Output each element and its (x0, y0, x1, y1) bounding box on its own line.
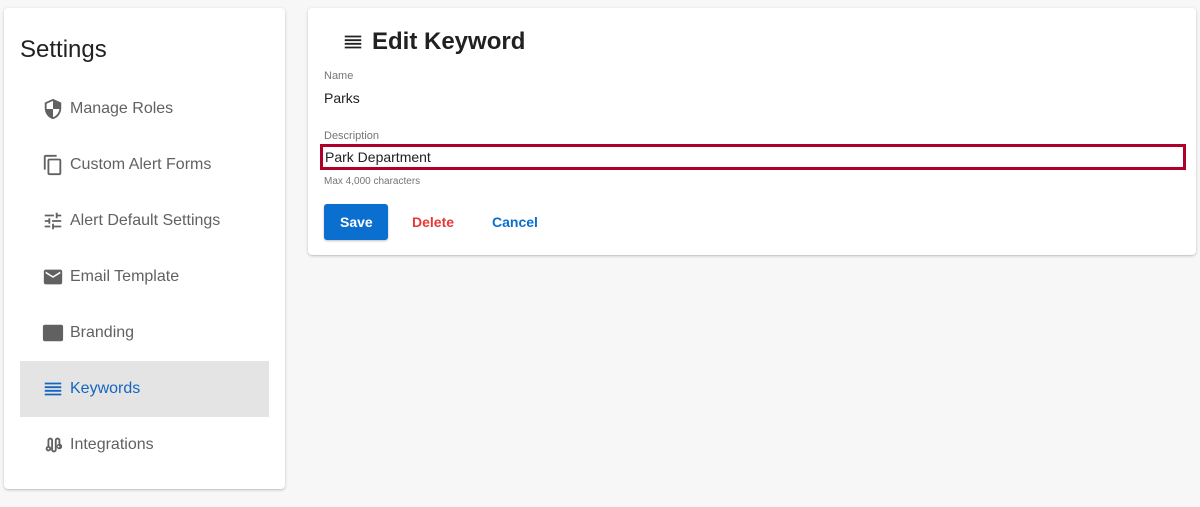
edit-keyword-card: Edit Keyword Name Parks Description Max … (308, 8, 1196, 255)
description-label: Description (324, 130, 380, 142)
helper-text: Max 4,000 characters (324, 176, 421, 187)
sliders-icon (42, 210, 64, 232)
branding-icon (42, 322, 64, 344)
sidebar-item-custom-alert-forms[interactable]: Custom Alert Forms (20, 137, 269, 193)
cancel-button[interactable]: Cancel (476, 204, 554, 240)
sidebar-item-label: Branding (70, 324, 135, 341)
sidebar-item-email-template[interactable]: Email Template (20, 249, 269, 305)
sidebar-item-integrations[interactable]: Integrations (20, 417, 269, 473)
name-label: Name (324, 70, 354, 82)
sidebar-item-label: Custom Alert Forms (70, 156, 212, 173)
list-icon (42, 378, 64, 400)
description-input[interactable] (320, 144, 1186, 170)
card-header: Edit Keyword (342, 26, 525, 58)
sidebar-item-keywords[interactable]: Keywords (20, 361, 269, 417)
sidebar-item-label: Email Template (70, 268, 180, 285)
sidebar-item-branding[interactable]: Branding (20, 305, 269, 361)
sidebar-item-manage-roles[interactable]: Manage Roles (20, 81, 269, 137)
name-value: Parks (324, 90, 360, 106)
sidebar-item-label: Keywords (70, 380, 141, 397)
sidebar-item-label: Manage Roles (70, 100, 174, 117)
list-icon (344, 35, 362, 49)
settings-sidebar: Settings Manage Roles Custom Alert Forms… (4, 8, 285, 489)
page-title: Edit Keyword (372, 28, 526, 55)
integrations-icon (42, 434, 64, 456)
copy-icon (42, 154, 64, 176)
delete-button[interactable]: Delete (396, 204, 470, 240)
settings-nav: Manage Roles Custom Alert Forms Alert De… (20, 81, 269, 473)
shield-icon (42, 98, 64, 120)
save-button[interactable]: Save (324, 204, 388, 240)
sidebar-item-label: Alert Default Settings (70, 212, 221, 229)
sidebar-title: Settings (20, 36, 107, 63)
mail-icon (42, 266, 64, 288)
sidebar-item-alert-default-settings[interactable]: Alert Default Settings (20, 193, 269, 249)
sidebar-item-label: Integrations (70, 436, 154, 453)
